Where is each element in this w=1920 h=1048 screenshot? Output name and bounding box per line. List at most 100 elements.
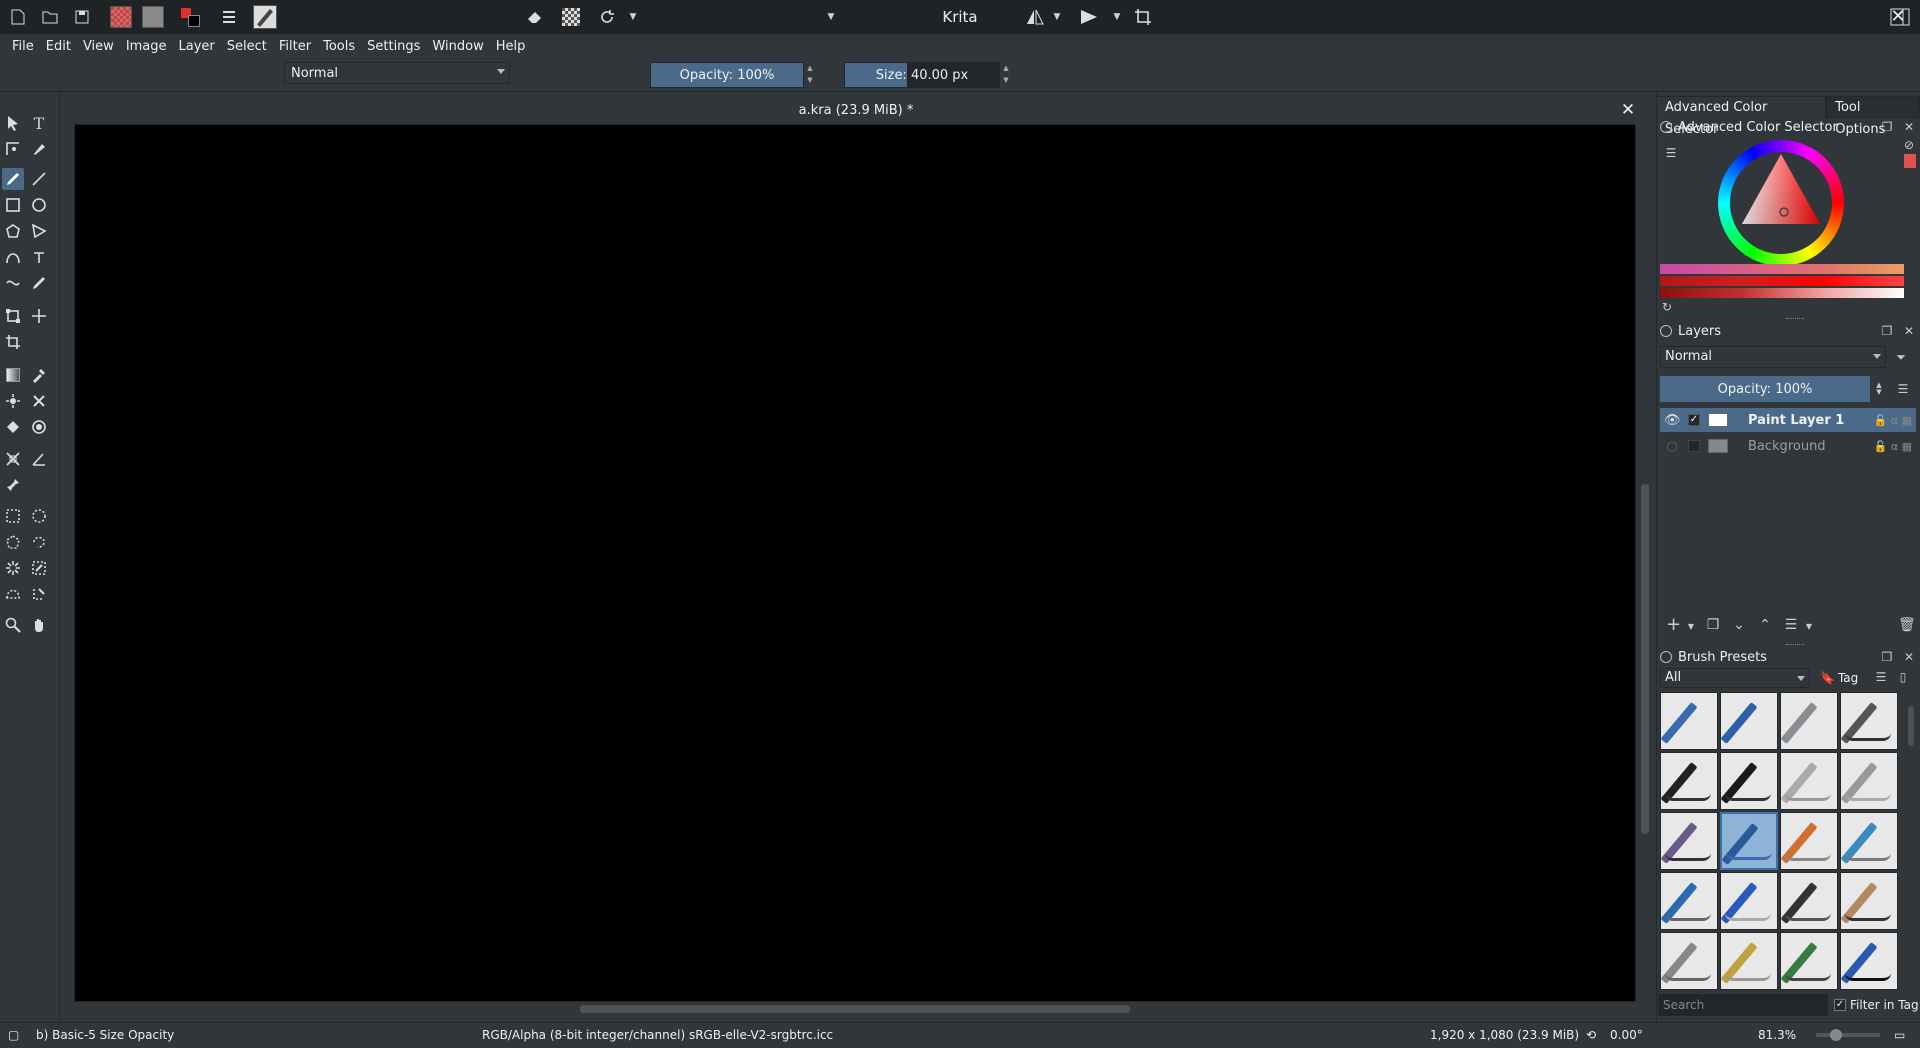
saturation-value-triangle[interactable]: [1738, 150, 1824, 230]
similar-color-selection-tool-icon[interactable]: [28, 557, 50, 579]
layer-menu-icon[interactable]: ☰: [1896, 382, 1910, 396]
move-layer-down-icon[interactable]: ⌄: [1732, 618, 1746, 632]
multibrush-tool-icon[interactable]: [28, 272, 50, 294]
move-tool-icon[interactable]: [28, 305, 50, 327]
size-slider[interactable]: Size: 40.00 px: [844, 62, 1000, 88]
zoom-slider-knob[interactable]: [1830, 1029, 1842, 1041]
rotate-icon[interactable]: ⟲: [1586, 1028, 1596, 1042]
chevron-down-icon[interactable]: ▼: [1684, 620, 1698, 634]
layer-checkbox[interactable]: ✓: [1688, 414, 1700, 426]
brush-settings-icon[interactable]: [218, 5, 240, 29]
menu-window[interactable]: Window: [426, 39, 489, 54]
rectangle-tool-icon[interactable]: [2, 194, 24, 216]
save-icon[interactable]: [72, 5, 92, 29]
size-spin-icon[interactable]: ▲ ▼: [1000, 62, 1012, 88]
brush-preset-item[interactable]: [1840, 752, 1898, 810]
canvas-vertical-scrollbar[interactable]: [1638, 124, 1652, 1002]
brush-preset-item[interactable]: [1840, 932, 1898, 990]
layer-name[interactable]: Background: [1748, 439, 1826, 454]
polyline-tool-icon[interactable]: [28, 220, 50, 242]
brush-preset-item[interactable]: [1660, 812, 1718, 870]
menu-edit[interactable]: Edit: [40, 39, 77, 54]
panel-splitter[interactable]: [1786, 318, 1804, 320]
visibility-eye-icon[interactable]: ○: [1664, 439, 1680, 454]
pan-tool-icon[interactable]: [28, 614, 50, 636]
layer-name[interactable]: Paint Layer 1: [1748, 413, 1844, 428]
display-icon[interactable]: ▭: [1894, 1028, 1905, 1042]
layer-row[interactable]: 👁 ✓ Paint Layer 1 🔓 α ▦: [1660, 408, 1916, 432]
brush-preset-item[interactable]: [1840, 692, 1898, 750]
assistant-tool-icon[interactable]: [2, 448, 24, 470]
text-tool-icon[interactable]: T: [28, 112, 50, 134]
visibility-eye-icon[interactable]: 👁: [1664, 413, 1681, 428]
checkbox-checked-icon[interactable]: ✓: [1834, 999, 1846, 1011]
canvas[interactable]: [74, 124, 1636, 1002]
chevron-down-icon[interactable]: ▼: [626, 5, 640, 29]
layer-properties-icons[interactable]: 🔓 α ▦: [1874, 414, 1912, 427]
tab-advanced-color-selector[interactable]: Advanced Color Selector: [1656, 96, 1827, 137]
brush-preset-item[interactable]: [1780, 812, 1838, 870]
new-document-icon[interactable]: [8, 5, 28, 29]
menu-layer[interactable]: Layer: [173, 39, 221, 54]
gradient-preset-icon[interactable]: [108, 5, 134, 29]
zoom-slider[interactable]: [1816, 1029, 1880, 1041]
brush-preset-item[interactable]: [1780, 692, 1838, 750]
brush-tag-filter-select[interactable]: All: [1660, 668, 1810, 688]
close-panel-icon[interactable]: ✕: [1902, 650, 1916, 664]
layer-properties-icon[interactable]: ☰: [1784, 618, 1798, 632]
scrollbar-thumb[interactable]: [580, 1005, 1130, 1013]
pattern-preset-icon[interactable]: [140, 5, 166, 29]
wrap-around-icon[interactable]: [1132, 5, 1154, 29]
close-panel-icon[interactable]: ✕: [1902, 324, 1916, 338]
bezier-curve-tool-icon[interactable]: [2, 246, 24, 268]
transform-tool-icon[interactable]: [2, 305, 24, 327]
chevron-down-icon[interactable]: ▼: [1050, 5, 1064, 29]
move-layer-up-icon[interactable]: ⌃: [1758, 618, 1772, 632]
gradient-tool-icon[interactable]: [2, 364, 24, 386]
menu-filter[interactable]: Filter: [273, 39, 317, 54]
tag-button[interactable]: 🔖 Tag: [1820, 668, 1858, 688]
enclose-fill-tool-icon[interactable]: [28, 416, 50, 438]
brush-preset-item[interactable]: [1660, 692, 1718, 750]
status-image-size[interactable]: 1,920 x 1,080 (23.9 MiB): [1430, 1028, 1579, 1042]
tab-tool-options[interactable]: Tool Options: [1826, 96, 1920, 137]
layer-opacity-slider[interactable]: Opacity: 100%: [1660, 376, 1870, 402]
menu-help[interactable]: Help: [490, 39, 532, 54]
magnetic-selection-tool-icon[interactable]: [28, 583, 50, 605]
scrollbar-thumb[interactable]: [1908, 706, 1914, 746]
menu-select[interactable]: Select: [221, 39, 273, 54]
status-color-space[interactable]: RGB/Alpha (8-bit integer/channel) sRGB-e…: [482, 1028, 833, 1042]
scrollbar-thumb[interactable]: [1641, 484, 1649, 834]
canvas-horizontal-scrollbar[interactable]: [74, 1002, 1638, 1016]
layer-opacity-spin-icon[interactable]: ▲ ▼: [1872, 382, 1886, 396]
float-panel-icon[interactable]: ❐: [1880, 650, 1894, 664]
brush-preset-item[interactable]: [1720, 752, 1778, 810]
freehand-selection-tool-icon[interactable]: [28, 531, 50, 553]
chevron-down-icon[interactable]: ▼: [1802, 620, 1816, 634]
brush-view-menu-icon[interactable]: ☰: [1874, 670, 1888, 684]
color-picker-tool-icon[interactable]: [28, 364, 50, 386]
float-panel-icon[interactable]: ❐: [1880, 324, 1894, 338]
brush-preset-item[interactable]: [1780, 932, 1838, 990]
delete-layer-icon[interactable]: 🗑: [1898, 618, 1916, 632]
menu-file[interactable]: File: [6, 39, 40, 54]
dynamic-brush-tool-icon[interactable]: [2, 272, 24, 294]
color-strip-2[interactable]: [1660, 276, 1904, 286]
layer-checkbox[interactable]: [1688, 440, 1700, 452]
mirror-vertical-icon[interactable]: [1078, 5, 1100, 29]
colorize-mask-tool-icon[interactable]: [2, 390, 24, 412]
eraser-icon[interactable]: [524, 5, 546, 29]
close-panel-icon[interactable]: ✕: [1902, 120, 1916, 134]
menu-settings[interactable]: Settings: [361, 39, 426, 54]
chevron-down-icon[interactable]: ▼: [1110, 5, 1124, 29]
panel-splitter[interactable]: [1786, 644, 1804, 646]
layer-properties-icons[interactable]: 🔓 α ▦: [1874, 440, 1912, 453]
chevron-down-icon[interactable]: ▼: [824, 5, 838, 29]
document-tab-title[interactable]: a.kra (23.9 MiB) *: [74, 98, 1638, 122]
filter-icon[interactable]: ⏷: [1894, 350, 1908, 364]
color-strip-3[interactable]: [1660, 288, 1904, 298]
polygonal-selection-tool-icon[interactable]: [2, 531, 24, 553]
opacity-spin-icon[interactable]: ▲ ▼: [804, 62, 816, 88]
reload-preset-icon[interactable]: [596, 5, 618, 29]
polygon-tool-icon[interactable]: [2, 220, 24, 242]
